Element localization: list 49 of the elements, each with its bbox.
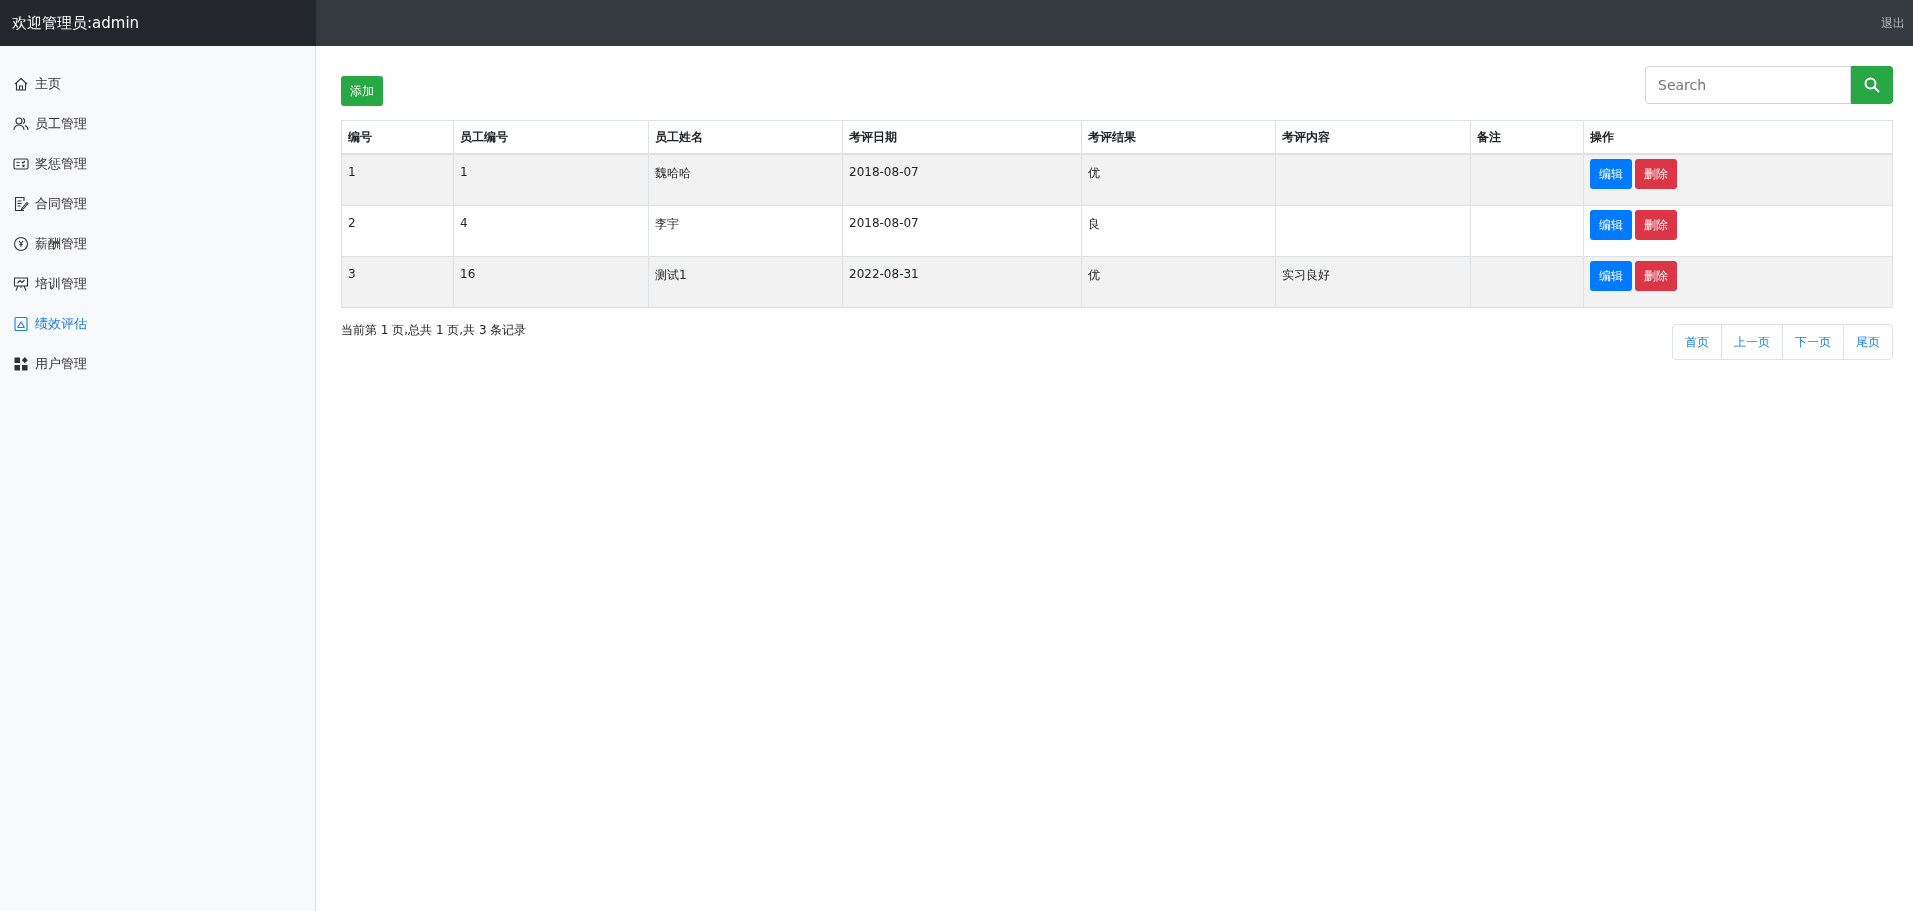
sidebar-item[interactable]: 合同管理 (0, 184, 315, 224)
edit-button[interactable]: 编辑 (1590, 261, 1632, 291)
sidebar-item[interactable]: 奖惩管理 (0, 144, 315, 184)
coin-icon (13, 236, 29, 252)
table-cell: 2 (341, 205, 454, 257)
table-cell: 2022-08-31 (842, 256, 1082, 308)
sidebar-item[interactable]: 员工管理 (0, 104, 315, 144)
sidebar-item[interactable]: 用户管理 (0, 344, 315, 384)
pagination-button[interactable]: 首页 (1672, 324, 1722, 360)
delete-button[interactable]: 删除 (1635, 210, 1677, 240)
table-cell: 优 (1081, 154, 1276, 206)
sidebar-item[interactable]: 薪酬管理 (0, 224, 315, 264)
table-cell: 16 (453, 256, 649, 308)
table-cell: 1 (341, 154, 454, 206)
search-button[interactable] (1851, 66, 1893, 104)
page-info: 当前第 1 页,总共 1 页,共 3 条记录 (341, 322, 527, 339)
pagination-button[interactable]: 尾页 (1843, 324, 1893, 360)
edit-button[interactable]: 编辑 (1590, 210, 1632, 240)
sidebar-item[interactable]: 培训管理 (0, 264, 315, 304)
search-field[interactable]: Search (1645, 66, 1851, 104)
table-cell: 良 (1081, 205, 1276, 257)
table-cell: 3 (341, 256, 454, 308)
pagination-button[interactable]: 上一页 (1721, 324, 1783, 360)
sidebar-item[interactable]: 主页 (0, 64, 315, 104)
table-cell: 4 (453, 205, 649, 257)
grid-icon (13, 356, 29, 372)
table-cell: 实习良好 (1275, 256, 1471, 308)
edit-button[interactable]: 编辑 (1590, 159, 1632, 189)
table-cell: 优 (1081, 256, 1276, 308)
delete-button[interactable]: 删除 (1635, 159, 1677, 189)
add-button[interactable]: 添加 (341, 76, 383, 106)
delete-button[interactable]: 删除 (1635, 261, 1677, 291)
table-cell: 2018-08-07 (842, 154, 1082, 206)
table-cell: 李宇 (648, 205, 843, 257)
table-cell: 2018-08-07 (842, 205, 1082, 257)
home-icon (13, 76, 29, 92)
search-icon (1864, 77, 1880, 93)
table-cell: 1 (453, 154, 649, 206)
logout-link[interactable]: 退出 (1881, 14, 1913, 32)
document-icon (13, 196, 29, 212)
people-icon (13, 116, 29, 132)
chart-icon (13, 316, 29, 332)
presentation-icon (13, 276, 29, 292)
welcome-title: 欢迎管理员:admin (11, 13, 140, 33)
checklist-icon (13, 156, 29, 172)
table-cell: 测试1 (648, 256, 843, 308)
sidebar-item[interactable]: 绩效评估 (0, 304, 315, 344)
pagination-button[interactable]: 下一页 (1782, 324, 1844, 360)
table-cell: 魏哈哈 (648, 154, 843, 206)
